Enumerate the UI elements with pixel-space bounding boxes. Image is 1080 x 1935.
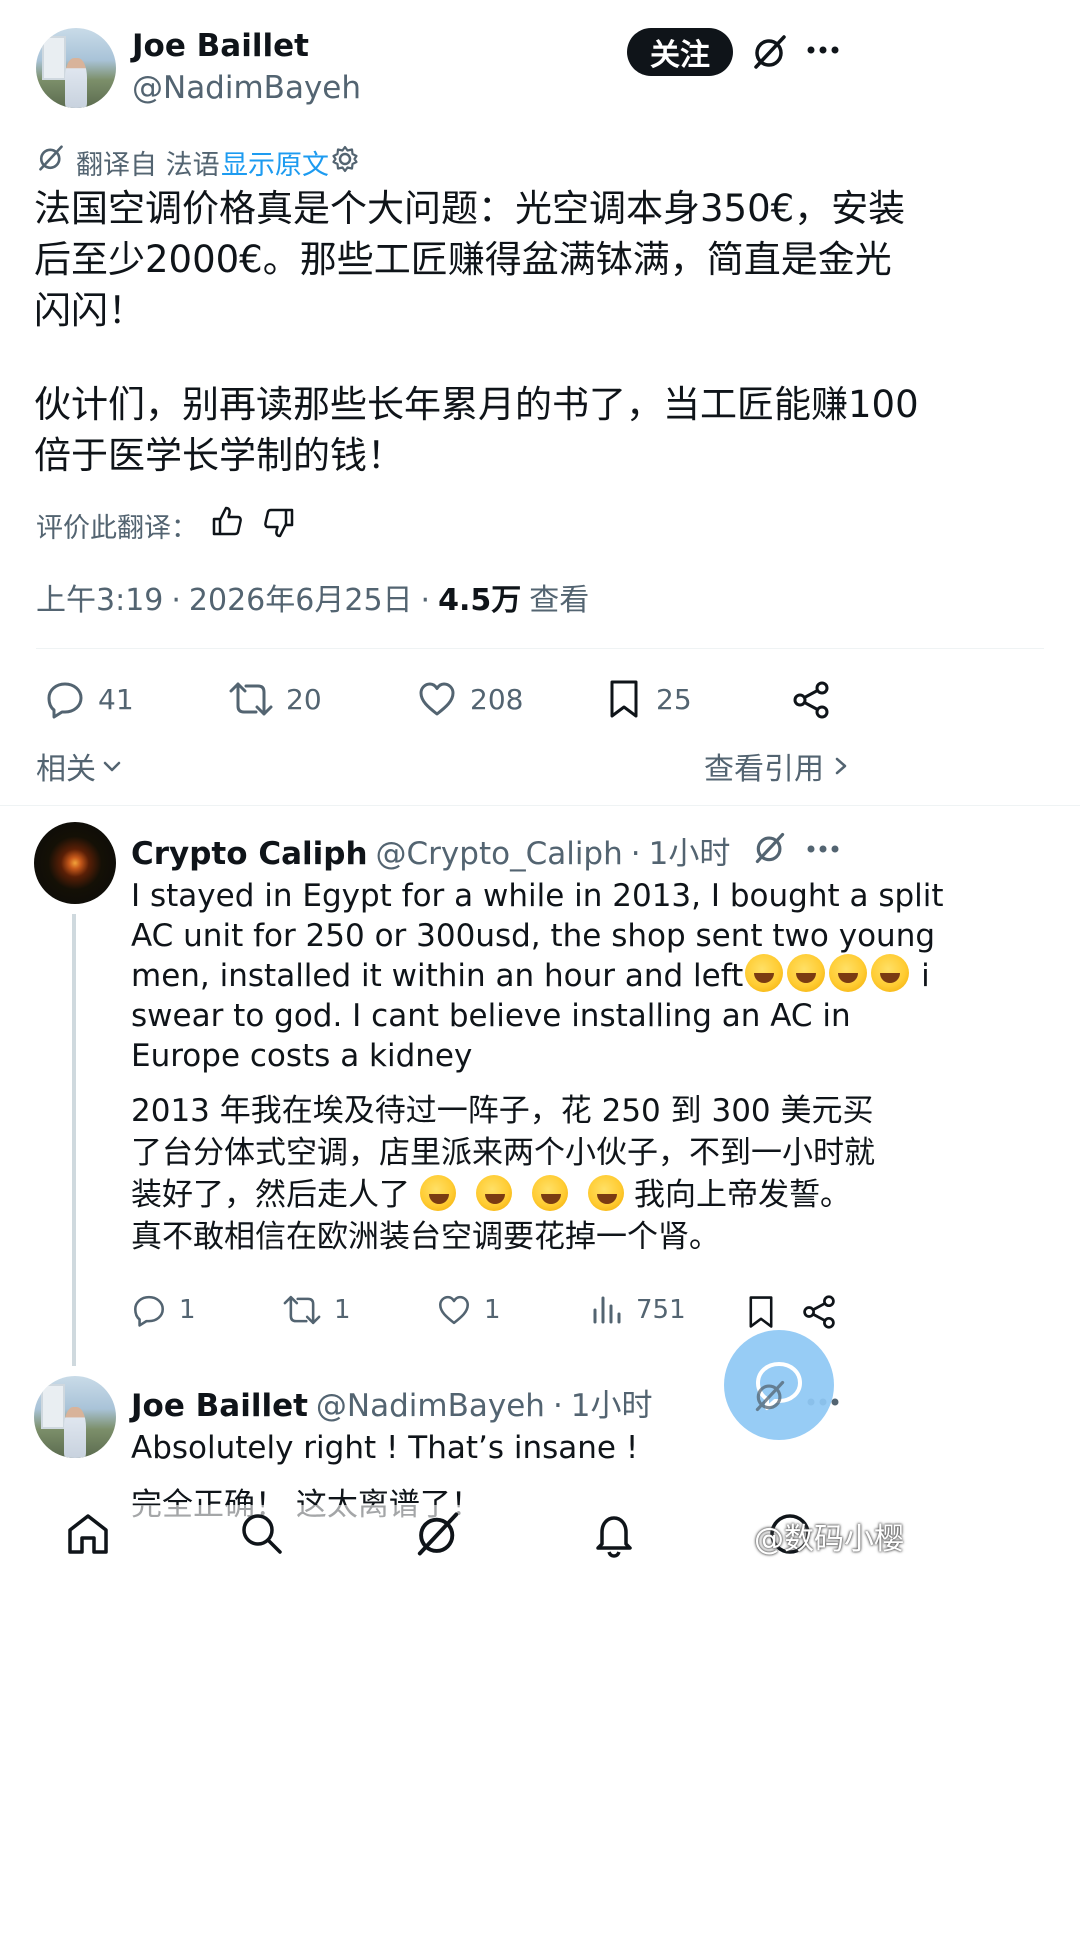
- like-button[interactable]: 1: [436, 1292, 501, 1328]
- reply-header: Crypto Caliph @Crypto_Caliph · 1小时: [131, 828, 730, 873]
- rofl-emoji-icon: [588, 1175, 624, 1211]
- tweet-body-line: 伙计们，别再读那些长年累月的书了，当工匠能赚100: [34, 383, 919, 426]
- tweet-body-line: 倍于医学长学制的钱！: [34, 434, 404, 477]
- bookmark-icon[interactable]: [744, 1294, 778, 1330]
- tweet-meta: 上午3:19 · 2026年6月25日 · 4.5万 查看: [36, 575, 589, 619]
- reply-count: 1: [179, 1295, 196, 1325]
- grok-icon[interactable]: [752, 1378, 788, 1414]
- chevron-down-icon: [103, 761, 121, 772]
- views-button[interactable]: 751: [590, 1292, 686, 1328]
- view-quotes-label: 查看引用: [704, 752, 824, 787]
- reply-button[interactable]: 41: [44, 678, 134, 720]
- reply-text-line: Absolutely right ! That’s insane !: [131, 1430, 639, 1466]
- show-original-link[interactable]: 显示原文: [221, 143, 329, 182]
- tweet-views-label: 查看: [529, 583, 590, 618]
- rofl-emoji-icon: [829, 954, 868, 992]
- bookmark-count: 25: [656, 682, 692, 716]
- share-icon[interactable]: [790, 680, 832, 720]
- grok-nav-icon[interactable]: [412, 1508, 464, 1560]
- retweet-icon: [283, 1295, 321, 1325]
- divider: [0, 805, 1080, 806]
- search-icon[interactable]: [236, 1508, 288, 1560]
- chevron-right-icon: [835, 757, 847, 775]
- rofl-emoji-icon: [745, 954, 784, 992]
- thumbs-down-icon[interactable]: [262, 506, 296, 540]
- like-count: 208: [470, 682, 524, 716]
- reply-text-line: Europe costs a kidney: [131, 1038, 473, 1074]
- reply-text-segment: i: [911, 958, 930, 994]
- home-icon[interactable]: [62, 1508, 114, 1560]
- thread-line: [72, 914, 76, 1366]
- rofl-emoji-icon: [476, 1175, 512, 1211]
- reply-icon: [47, 682, 83, 719]
- translate-grok-icon: [36, 143, 66, 173]
- reply-time: 1小时: [570, 1388, 653, 1424]
- rofl-emoji-icon: [787, 954, 826, 992]
- analytics-icon: [593, 1296, 621, 1324]
- reply-text-segment: men, installed it within an hour and lef…: [131, 958, 744, 994]
- reply-author-name[interactable]: Joe Baillet: [131, 1388, 308, 1424]
- more-options-icon[interactable]: [806, 44, 840, 56]
- bookmark-button[interactable]: 25: [604, 678, 692, 720]
- reply-time: 1小时: [648, 836, 731, 872]
- related-label: 相关: [36, 752, 96, 787]
- reply-author-name[interactable]: Crypto Caliph: [131, 836, 368, 872]
- rofl-emoji-icon: [532, 1175, 568, 1211]
- watermark: @数码小樱: [754, 1522, 904, 1557]
- meta-separator: ·: [630, 836, 641, 872]
- meta-separator: ·: [552, 1388, 563, 1424]
- reply-author-handle[interactable]: @Crypto_Caliph: [376, 836, 623, 872]
- tweet-body-line: 闪闪！: [34, 289, 145, 332]
- reply-count: 41: [98, 682, 134, 716]
- reply-translation-line: 真不敢相信在欧洲装台空调要花掉一个肾。: [131, 1219, 720, 1255]
- rofl-emoji-icon: [871, 954, 910, 992]
- tweet-views-count[interactable]: 4.5万: [438, 575, 521, 619]
- like-button[interactable]: 208: [416, 678, 523, 720]
- view-quotes-link[interactable]: 查看引用: [704, 744, 852, 788]
- reply-button[interactable]: 1: [131, 1292, 196, 1328]
- rate-translation-label: 评价此翻译：: [36, 513, 198, 544]
- meta-separator: ·: [420, 583, 431, 618]
- related-dropdown[interactable]: 相关: [36, 744, 124, 788]
- reply-avatar[interactable]: [34, 822, 116, 904]
- author-handle[interactable]: @NadimBayeh: [132, 70, 361, 106]
- reply-author-handle[interactable]: @NadimBayeh: [316, 1388, 545, 1424]
- tweet-date: 2026年6月25日: [188, 583, 413, 618]
- retweet-button[interactable]: 1: [282, 1292, 351, 1328]
- reply-avatar[interactable]: [34, 1376, 116, 1458]
- translated-from-label: 翻译自 法语: [76, 150, 220, 181]
- reply-text-segment: 装好了，然后走人了: [131, 1177, 410, 1213]
- grok-icon[interactable]: [752, 830, 788, 866]
- bookmark-icon: [610, 680, 638, 718]
- views-count: 751: [636, 1295, 686, 1325]
- retweet-count: 1: [334, 1295, 351, 1325]
- rofl-emoji-icon: [420, 1175, 456, 1211]
- divider: [36, 648, 1044, 649]
- heart-icon: [439, 1295, 469, 1325]
- tweet-body-line: 法国空调价格真是个大问题：光空调本身350€，安装: [34, 187, 906, 230]
- author-avatar[interactable]: [36, 28, 116, 108]
- heart-icon: [419, 682, 455, 716]
- retweet-icon: [229, 682, 273, 716]
- bottom-nav: [0, 1505, 1080, 1935]
- reply-text-segment: 我向上帝发誓。: [634, 1177, 851, 1213]
- reply-icon: [134, 1295, 164, 1327]
- retweet-count: 20: [286, 682, 322, 716]
- author-name[interactable]: Joe Baillet: [132, 28, 309, 64]
- tweet-body-line: 后至少2000€。那些工匠赚得盆满钵满，简直是金光: [34, 238, 892, 281]
- thumbs-up-icon[interactable]: [210, 504, 244, 538]
- retweet-button[interactable]: 20: [228, 678, 322, 720]
- reply-header: Joe Baillet @NadimBayeh · 1小时: [131, 1380, 653, 1425]
- follow-button[interactable]: 关注: [627, 28, 733, 76]
- more-options-icon[interactable]: [806, 843, 840, 855]
- translation-settings-icon[interactable]: [330, 144, 360, 174]
- tweet-time: 上午3:19: [36, 583, 164, 618]
- meta-separator: ·: [171, 583, 181, 618]
- like-count: 1: [484, 1295, 501, 1325]
- grok-icon[interactable]: [750, 32, 790, 72]
- share-icon[interactable]: [800, 1294, 838, 1330]
- notifications-bell-icon[interactable]: [588, 1508, 640, 1560]
